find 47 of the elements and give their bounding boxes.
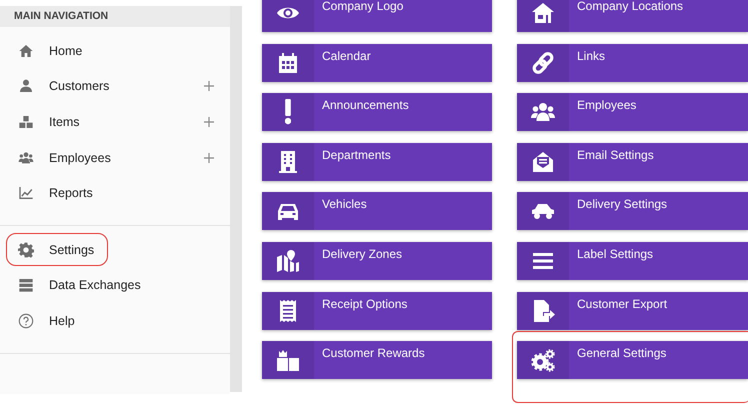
settings-tile[interactable]: Delivery Zones <box>262 242 492 280</box>
settings-tile[interactable]: Links <box>517 44 748 82</box>
plus-icon[interactable] <box>204 81 214 92</box>
settings-tile[interactable]: Vehicles <box>262 192 492 230</box>
settings-tile[interactable]: Customer Export <box>517 292 748 330</box>
home-icon <box>18 42 34 59</box>
settings-tile[interactable]: Announcements <box>262 93 492 132</box>
gift-icon <box>276 348 300 372</box>
gear-icon <box>18 242 34 258</box>
nav-item[interactable]: Items <box>0 104 230 140</box>
settings-tile[interactable]: General Settings <box>517 341 748 380</box>
building-icon <box>276 150 300 174</box>
plus-icon[interactable] <box>204 152 214 163</box>
nav-item[interactable]: Help <box>0 303 230 339</box>
gears-icon <box>531 348 555 372</box>
file-export-icon <box>531 298 555 323</box>
exclamation-icon <box>285 99 291 126</box>
scrollbar[interactable] <box>230 6 242 392</box>
settings-tile[interactable]: Calendar <box>262 44 492 82</box>
settings-tile[interactable]: Delivery Settings <box>517 192 748 230</box>
person-icon <box>18 78 34 94</box>
envelope-icon <box>531 150 555 174</box>
settings-tile[interactable]: Employees <box>517 93 748 132</box>
link-icon <box>531 50 555 75</box>
nav-item[interactable]: Settings <box>0 232 230 268</box>
settings-tile[interactable]: Departments <box>262 142 492 181</box>
chart-icon <box>18 185 34 202</box>
stack-icon <box>18 277 34 294</box>
nav-item[interactable]: Customers <box>0 68 230 104</box>
settings-tile[interactable]: Customer Rewards <box>262 341 492 380</box>
map-icon <box>276 248 300 273</box>
nav-item[interactable]: Home <box>0 33 230 69</box>
settings-tile[interactable]: Email Settings <box>517 142 748 181</box>
nav-header: MAIN NAVIGATION <box>0 6 230 27</box>
settings-tile[interactable]: Company Locations <box>517 0 748 32</box>
boxes-icon <box>18 114 34 130</box>
house-icon <box>531 1 555 25</box>
calendar-icon <box>276 50 300 75</box>
plus-icon[interactable] <box>204 116 214 127</box>
settings-tile[interactable]: Receipt Options <box>262 292 492 330</box>
people-icon <box>18 150 34 166</box>
nav-item[interactable]: Reports <box>0 175 230 211</box>
settings-tile[interactable]: Label Settings <box>517 242 748 280</box>
settings-tile[interactable]: Company Logo <box>262 0 492 32</box>
help-icon <box>18 312 34 329</box>
nav-item[interactable]: Data Exchanges <box>0 268 230 304</box>
nav-item[interactable]: Employees <box>0 140 230 176</box>
